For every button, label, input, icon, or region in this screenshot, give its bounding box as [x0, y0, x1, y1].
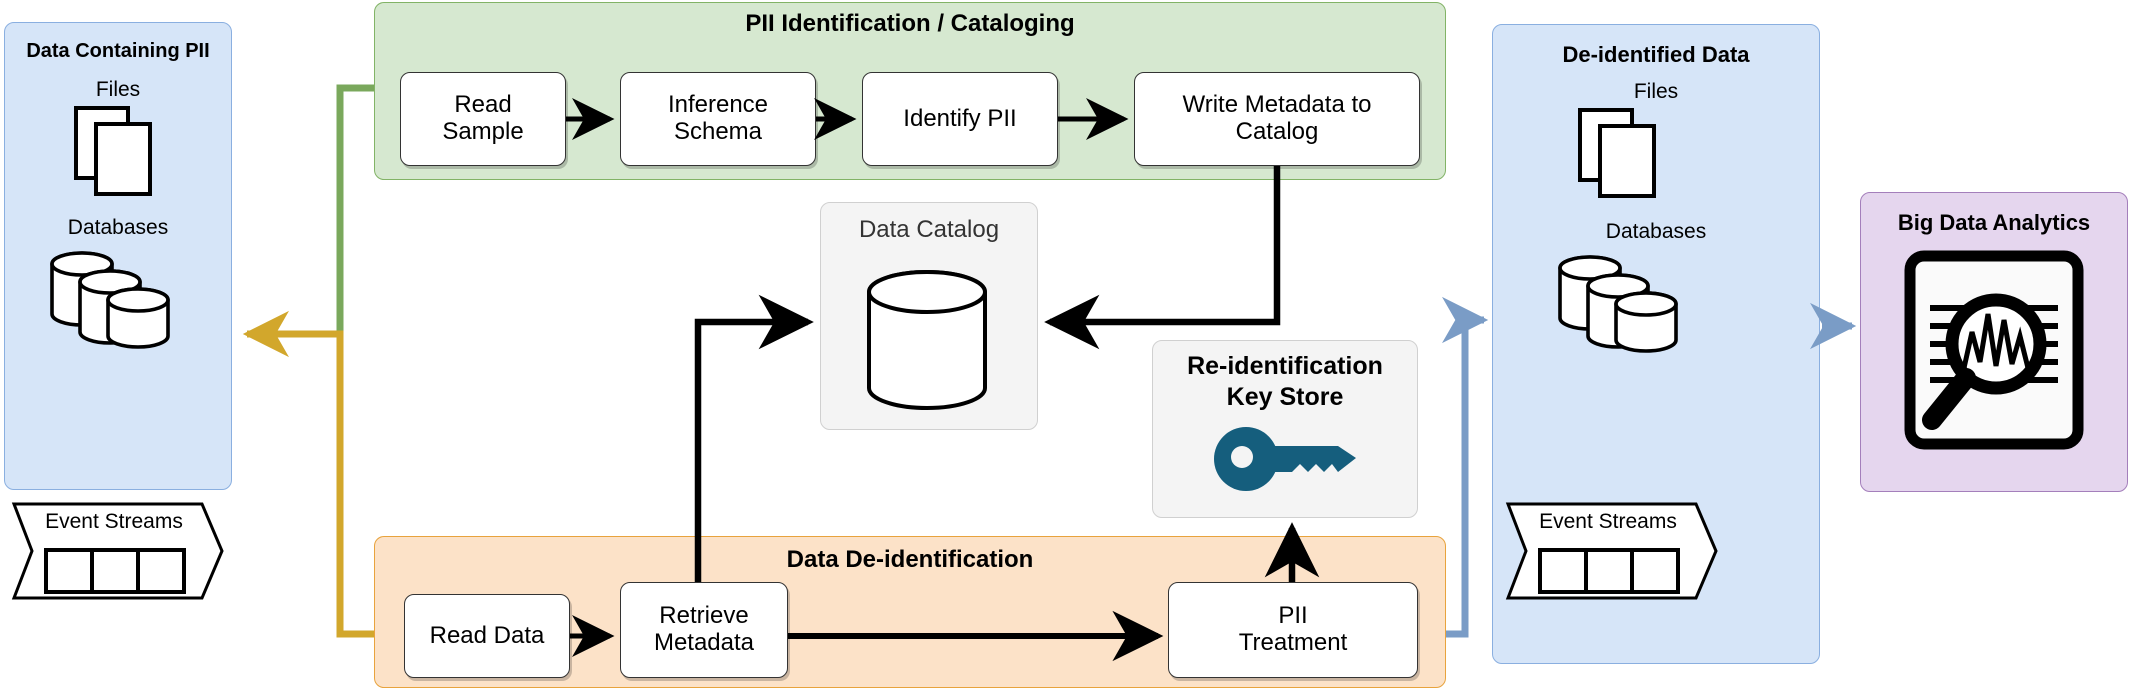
step-identify-pii[interactable]: Identify PII: [862, 72, 1058, 166]
step-inference-schema-label: Inference Schema: [667, 91, 769, 145]
step-write-metadata-to-catalog[interactable]: Write Metadata to Catalog: [1134, 72, 1420, 166]
source-files-label: Files: [95, 78, 141, 101]
panel-title-data-containing-pii: Data Containing PII: [26, 40, 210, 62]
deid-databases-label: Databases: [1605, 220, 1707, 243]
panel-title-big-data-analytics: Big Data Analytics: [1897, 210, 2091, 235]
database-cylinder-icon: [867, 270, 987, 410]
deid-files-label: Files: [1633, 80, 1679, 103]
connector-identification-to-source: [336, 84, 374, 334]
step-identify-pii-label: Identify PII: [903, 104, 1017, 132]
store-data-catalog-title: Data Catalog: [858, 216, 1000, 243]
step-pii-treatment-label: PII Treatment: [1238, 602, 1348, 656]
step-inference-schema[interactable]: Inference Schema: [620, 72, 816, 166]
panel-title-pii-identification: PII Identification / Cataloging: [745, 10, 1075, 37]
deid-event-streams-label: Event Streams: [1539, 510, 1677, 533]
step-read-sample[interactable]: Read Sample: [400, 72, 566, 166]
files-icon: [74, 106, 152, 196]
step-retrieve-metadata-label: Retrieve Metadata: [653, 602, 755, 656]
arrow-write-metadata-to-catalog: [1044, 166, 1281, 350]
step-read-sample-label: Read Sample: [442, 91, 524, 145]
key-icon: [1214, 427, 1356, 491]
diagram-canvas: Data Containing PII Files Databases Even…: [0, 0, 2132, 692]
panel-title-data-deidentification: Data De-identification: [786, 546, 1034, 573]
databases-icon: [1558, 255, 1678, 353]
panel-title-deidentified-data: De-identified Data: [1562, 42, 1750, 67]
databases-icon: [50, 251, 170, 349]
step-retrieve-metadata[interactable]: Retrieve Metadata: [620, 582, 788, 678]
source-databases-label: Databases: [67, 216, 169, 239]
step-read-data-label: Read Data: [429, 621, 545, 649]
store-key-store-title-line2: Key Store: [1226, 383, 1344, 411]
files-icon: [1578, 108, 1656, 198]
connector-deidentification-to-deidentified-data: [1442, 296, 1489, 638]
step-write-metadata-label: Write Metadata to Catalog: [1182, 91, 1372, 145]
store-key-store-title-line1: Re-identification: [1187, 352, 1383, 380]
connector-deidentification-to-source: [242, 310, 374, 638]
source-event-streams-label: Event Streams: [45, 510, 183, 533]
magnifier-analytics-icon[interactable]: [1904, 250, 2084, 450]
step-read-data[interactable]: Read Data: [404, 594, 570, 678]
step-pii-treatment[interactable]: PII Treatment: [1168, 582, 1418, 678]
